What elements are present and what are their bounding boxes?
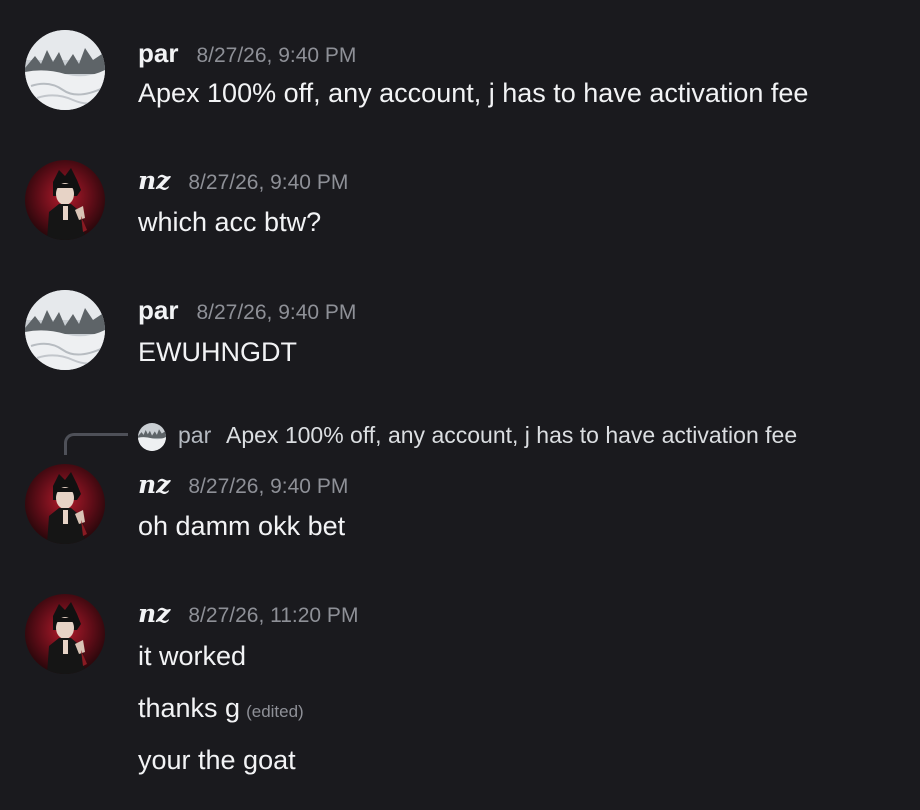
message-text-content: thanks g [138, 693, 241, 723]
reply-spine [64, 433, 128, 455]
message-timestamp: 8/27/26, 9:40 PM [196, 44, 357, 67]
author-name[interactable]: nz [138, 599, 170, 628]
message-text: thanks g (edited) [138, 693, 304, 724]
reply-text[interactable]: Apex 100% off, any account, j has to hav… [226, 422, 797, 449]
message-timestamp: 8/27/26, 11:20 PM [188, 604, 359, 627]
nz-avatar-icon[interactable] [25, 464, 105, 544]
reply-author[interactable]: par [178, 422, 211, 449]
edited-label: (edited) [246, 702, 304, 721]
author-name[interactable]: par [138, 38, 178, 69]
message-text: it worked [138, 641, 247, 671]
reply-par-avatar-icon [138, 423, 166, 451]
message-text: oh damm okk bet [138, 511, 346, 541]
author-name[interactable]: nz [138, 470, 170, 499]
message-text: EWUHNGDT [138, 337, 297, 367]
message-text: which acc btw? [138, 207, 322, 237]
author-name[interactable]: par [138, 295, 178, 326]
par-avatar-icon[interactable] [25, 30, 105, 110]
par-avatar-icon[interactable] [25, 290, 105, 370]
message-text: Apex 100% off, any account, j has to hav… [138, 78, 809, 108]
message-text: your the goat [138, 745, 296, 775]
nz-avatar-icon[interactable] [25, 594, 105, 674]
chat-log: par 8/27/26, 9:40 PM Apex 100% off, any … [0, 0, 920, 810]
message-timestamp: 8/27/26, 9:40 PM [188, 475, 349, 498]
nz-avatar-icon[interactable] [25, 160, 105, 240]
author-name[interactable]: nz [138, 166, 170, 195]
message-timestamp: 8/27/26, 9:40 PM [188, 171, 349, 194]
message-timestamp: 8/27/26, 9:40 PM [196, 301, 357, 324]
